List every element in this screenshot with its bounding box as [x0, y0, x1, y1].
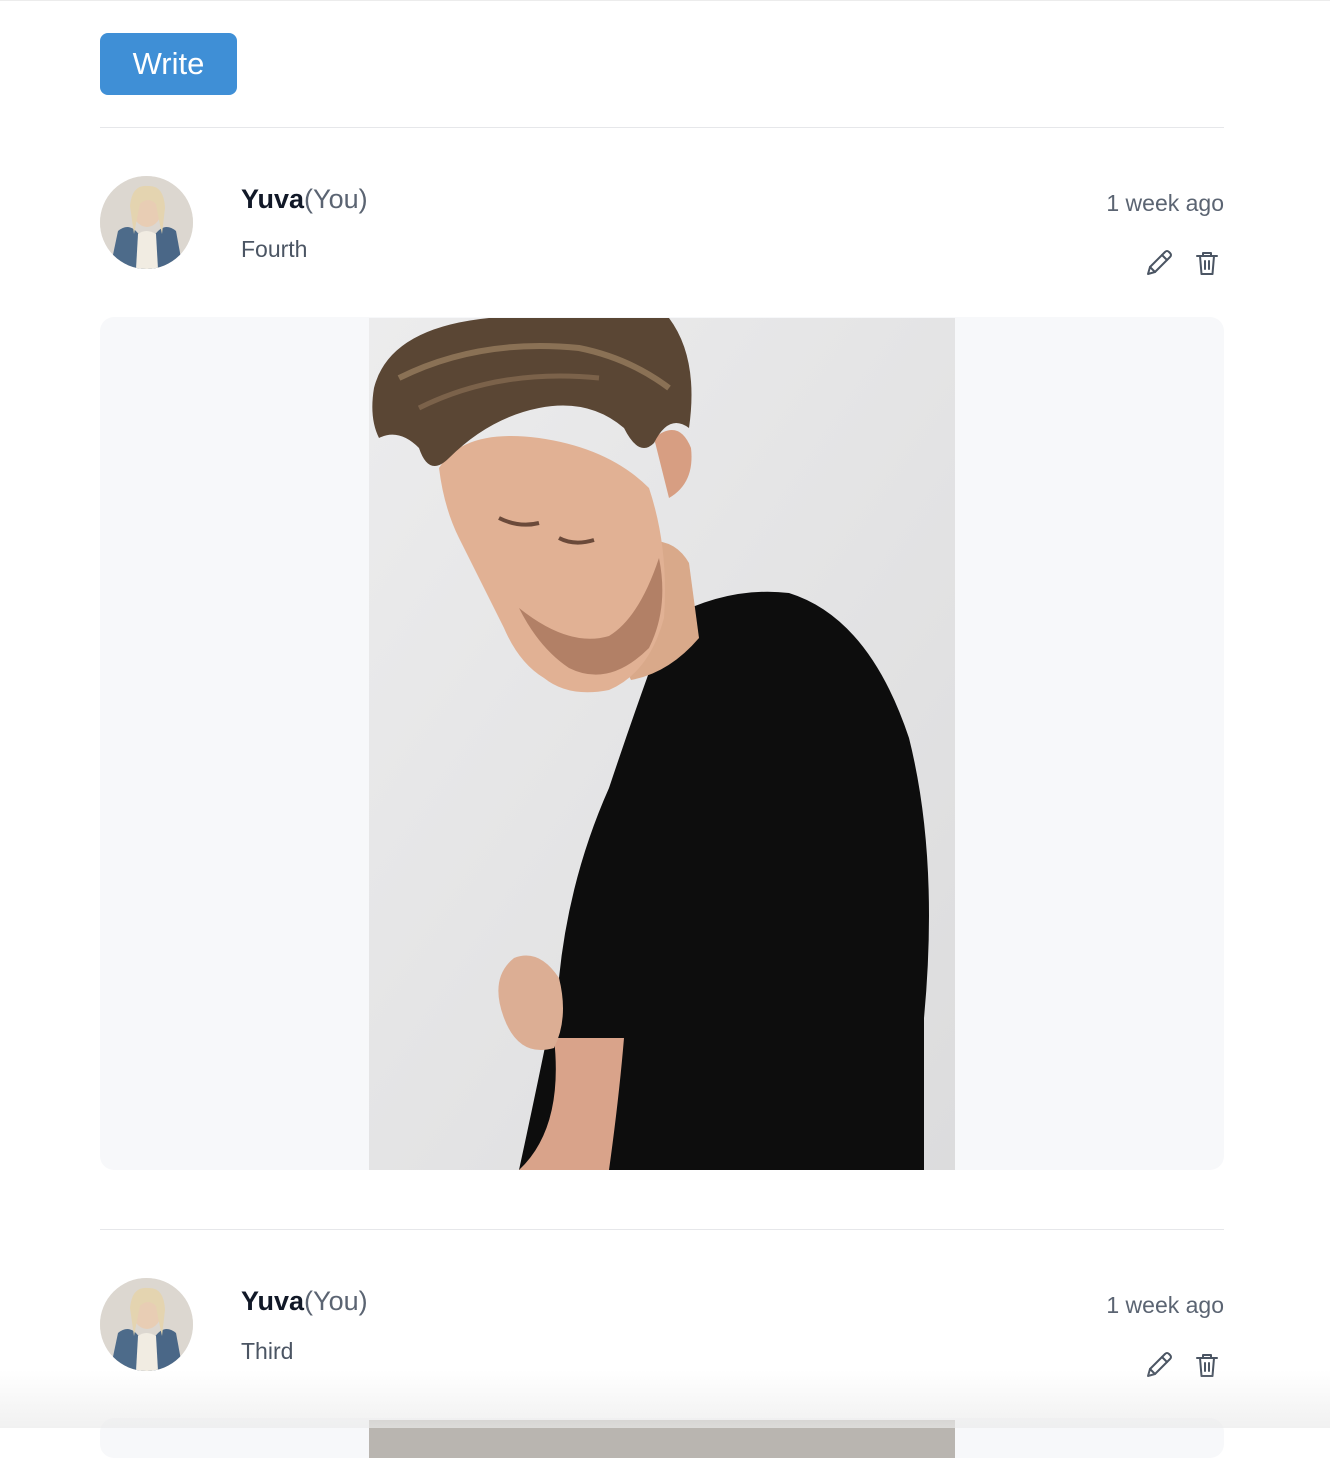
post-timestamp: 1 week ago — [1106, 190, 1224, 216]
you-tag: (You) — [304, 184, 368, 214]
pencil-icon[interactable] — [1142, 1348, 1176, 1382]
post-media — [100, 1418, 1224, 1458]
post-photo[interactable] — [369, 1420, 955, 1458]
post-author: Yuva(You) — [241, 1286, 368, 1317]
divider — [100, 127, 1224, 128]
author-name[interactable]: Yuva — [241, 184, 304, 214]
trash-icon[interactable] — [1190, 246, 1224, 280]
post-item: Yuva(You) Third 1 week ago — [100, 1278, 1224, 1388]
pencil-icon[interactable] — [1142, 246, 1176, 280]
post-photo[interactable] — [369, 318, 955, 1170]
avatar[interactable] — [100, 176, 193, 269]
avatar[interactable] — [100, 1278, 193, 1371]
post-text: Third — [241, 1338, 294, 1364]
post-timestamp: 1 week ago — [1106, 1292, 1224, 1318]
write-button[interactable]: Write — [100, 33, 237, 95]
post-media — [100, 317, 1224, 1170]
post-text: Fourth — [241, 236, 308, 262]
divider — [100, 1229, 1224, 1230]
post-item: Yuva(You) Fourth 1 week ago — [100, 176, 1224, 286]
author-name[interactable]: Yuva — [241, 1286, 304, 1316]
post-author: Yuva(You) — [241, 184, 368, 215]
top-border — [0, 0, 1330, 1]
trash-icon[interactable] — [1190, 1348, 1224, 1382]
you-tag: (You) — [304, 1286, 368, 1316]
